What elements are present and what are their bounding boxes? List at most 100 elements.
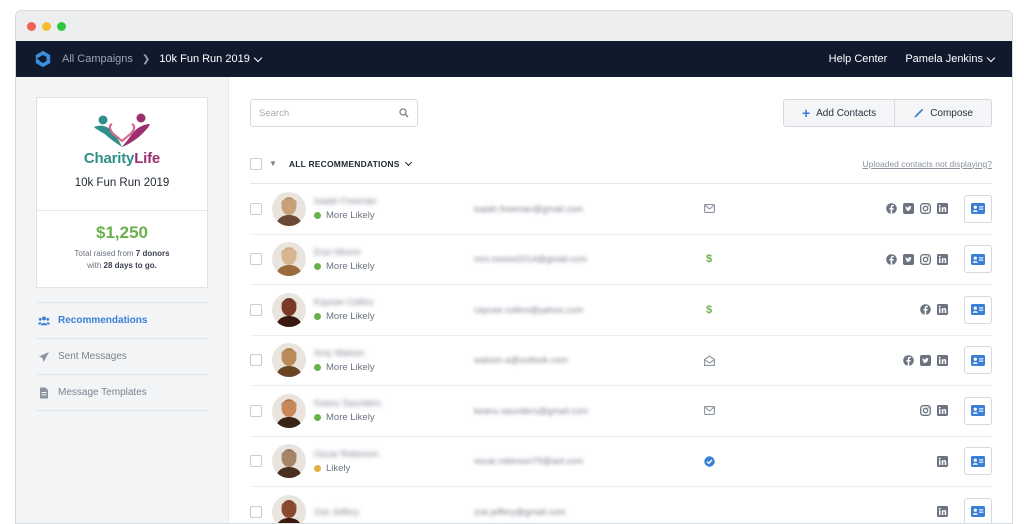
user-menu[interactable]: Pamela Jenkins [905, 53, 996, 65]
row-checkbox[interactable] [250, 505, 262, 518]
top-navigation: All Campaigns ❯ 10k Fun Run 2019 Help Ce… [16, 41, 1012, 77]
likelihood-indicator: More Likely [314, 210, 474, 221]
sidebar: CharityLife 10k Fun Run 2019 $1,250 Tota… [16, 77, 229, 523]
linkedin-icon[interactable] [937, 203, 948, 215]
row-checkbox[interactable] [250, 202, 262, 215]
contact-list: Isaiah Freeman More Likely isaiah.freema… [250, 184, 992, 524]
sidebar-item-sent-messages[interactable]: Sent Messages [36, 339, 208, 375]
search-input[interactable]: Search [250, 99, 418, 127]
nav-right: Help Center Pamela Jenkins [829, 53, 996, 65]
contact-row[interactable]: Isaiah Freeman More Likely isaiah.freema… [250, 184, 992, 235]
row-checkbox[interactable] [250, 404, 262, 417]
social-links [838, 253, 948, 265]
contact-card-button[interactable] [964, 447, 992, 476]
facebook-icon[interactable] [886, 253, 897, 265]
instagram-icon[interactable] [920, 253, 931, 265]
row-checkbox[interactable] [250, 354, 262, 367]
contact-card-button[interactable] [964, 245, 992, 274]
contact-name[interactable]: Eryn Moore [314, 247, 474, 257]
sidebar-item-label: Recommendations [58, 315, 148, 326]
facebook-icon[interactable] [886, 203, 897, 215]
campaign-selector-label: 10k Fun Run 2019 [159, 53, 250, 65]
paper-plane-icon [39, 351, 49, 362]
contact-status [694, 204, 724, 214]
linkedin-icon[interactable] [937, 506, 948, 518]
linkedin-icon[interactable] [937, 304, 948, 316]
row-checkbox[interactable] [250, 303, 262, 316]
avatar[interactable] [272, 393, 306, 428]
contact-card-button[interactable] [964, 396, 992, 425]
likelihood-indicator: More Likely [314, 412, 474, 423]
contact-card-button[interactable] [964, 295, 992, 324]
contact-name[interactable]: Amy Watson [314, 348, 474, 358]
contact-info: Zoe Jeffery [314, 507, 474, 517]
linkedin-icon[interactable] [937, 455, 948, 467]
contact-row[interactable]: Keanu Saunders More Likely keanu.saunder… [250, 386, 992, 437]
row-checkbox[interactable] [250, 253, 262, 266]
social-links [838, 354, 948, 366]
avatar[interactable] [272, 292, 306, 327]
select-all-checkbox[interactable] [250, 157, 262, 170]
twitter-icon[interactable] [903, 203, 914, 215]
dollar-icon: $ [705, 303, 713, 316]
minimize-dot[interactable] [42, 21, 51, 31]
avatar[interactable] [272, 343, 306, 378]
likelihood-label: Likely [326, 462, 351, 474]
contact-row[interactable]: Oscar Robinson Likely oscar.robinson79@a… [250, 437, 992, 487]
sidebar-item-recommendations[interactable]: Recommendations [36, 303, 208, 339]
contact-row[interactable]: Eryn Moore More Likely mrs.moore2014@gma… [250, 235, 992, 285]
linkedin-icon[interactable] [937, 405, 948, 417]
contact-email: isaiah.freeman@gmail.com [474, 203, 584, 214]
contact-row[interactable]: Amy Watson More Likely watson.a@outlook.… [250, 336, 992, 386]
contact-name[interactable]: Isaiah Freeman [314, 196, 474, 206]
likelihood-indicator: More Likely [314, 311, 474, 322]
id-card-icon [971, 405, 985, 417]
breadcrumb-current-campaign[interactable]: 10k Fun Run 2019 [159, 53, 263, 65]
twitter-icon[interactable] [920, 354, 931, 366]
contact-row[interactable]: Zoe Jeffery zoe.jeffery@gmail.com [250, 487, 992, 524]
contact-email: mrs.moore2014@gmail.com [474, 254, 588, 265]
filter-label: ALL RECOMMENDATIONS [288, 158, 400, 169]
breadcrumb-all-campaigns[interactable]: All Campaigns [62, 53, 133, 65]
sidebar-item-message-templates[interactable]: Message Templates [36, 375, 208, 411]
avatar[interactable] [272, 444, 306, 479]
contact-row[interactable]: Kaycee Collins More Likely caycee.collin… [250, 285, 992, 336]
avatar[interactable] [272, 191, 306, 226]
compose-button[interactable]: Compose [894, 100, 991, 126]
contact-name[interactable]: Kaycee Collins [314, 297, 474, 307]
avatar[interactable] [272, 494, 306, 524]
contact-name[interactable]: Zoe Jeffery [314, 507, 474, 517]
chevron-down-icon[interactable]: ▼ [269, 159, 277, 168]
app-logo-icon[interactable] [34, 50, 52, 68]
window-chrome [16, 11, 1012, 41]
main-content: Search + Add Contacts Compose ▼ ALL RECO… [229, 77, 1012, 524]
avatar[interactable] [272, 242, 306, 277]
instagram-icon[interactable] [920, 405, 931, 417]
recommendations-filter[interactable]: ALL RECOMMENDATIONS [288, 158, 412, 169]
add-contacts-label: Add Contacts [816, 107, 877, 119]
pen-icon [914, 108, 924, 118]
contact-card-button[interactable] [964, 346, 992, 375]
instagram-icon[interactable] [920, 203, 931, 215]
contact-info: Amy Watson More Likely [314, 348, 474, 373]
help-center-link[interactable]: Help Center [829, 53, 888, 65]
chevron-down-icon [404, 158, 412, 166]
contact-card-button[interactable] [964, 497, 992, 523]
row-checkbox[interactable] [250, 455, 262, 468]
contact-info: Eryn Moore More Likely [314, 247, 474, 272]
contact-card-button[interactable] [964, 194, 992, 223]
linkedin-icon[interactable] [937, 253, 948, 265]
likelihood-dot [314, 464, 321, 472]
add-contacts-button[interactable]: + Add Contacts [784, 100, 894, 126]
uploaded-contacts-help-link[interactable]: Uploaded contacts not displaying? [863, 159, 992, 169]
likelihood-dot [314, 212, 321, 220]
contact-name[interactable]: Keanu Saunders [314, 398, 474, 408]
contact-name[interactable]: Oscar Robinson [314, 449, 474, 459]
linkedin-icon[interactable] [937, 354, 948, 366]
twitter-icon[interactable] [903, 253, 914, 265]
close-dot[interactable] [27, 21, 36, 31]
facebook-icon[interactable] [903, 354, 914, 366]
maximize-dot[interactable] [57, 21, 66, 31]
likelihood-label: More Likely [326, 412, 375, 424]
facebook-icon[interactable] [920, 304, 931, 316]
